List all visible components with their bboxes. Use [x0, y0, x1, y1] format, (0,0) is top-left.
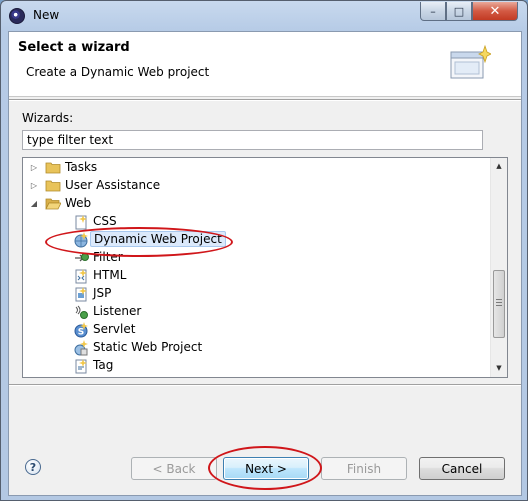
expand-arrow-icon[interactable]: ▷ [29, 163, 39, 173]
tree-item-css[interactable]: CSS [23, 213, 491, 231]
new-wizard-window: New – □ ✕ Select a wizard Create a Dynam… [0, 0, 528, 501]
tree-item-label: Tag [93, 358, 114, 372]
filter-input[interactable] [22, 130, 483, 150]
tree-item-label: Servlet [93, 322, 136, 336]
scroll-up-arrow-icon[interactable]: ▲ [491, 158, 507, 175]
html-file-icon [75, 269, 87, 284]
tree-item-listener[interactable]: Listener [23, 303, 491, 321]
wizard-banner: Select a wizard Create a Dynamic Web pro… [9, 32, 521, 97]
folder-icon [45, 162, 61, 174]
tree-item-label: Filter [93, 250, 123, 264]
tree-folder-label: Tasks [65, 160, 98, 174]
css-file-icon [75, 215, 87, 230]
tree-item-html[interactable]: HTML [23, 267, 491, 285]
tree-folder-label: Web [65, 196, 92, 210]
tree-item-label: JSP [93, 286, 112, 300]
title-bar[interactable]: New – □ ✕ [1, 1, 527, 31]
eclipse-app-icon [9, 8, 25, 24]
minimize-icon: – [430, 4, 436, 18]
next-button[interactable]: Next > [223, 457, 309, 480]
folder-icon [45, 180, 61, 192]
svg-text:S: S [78, 328, 84, 338]
scroll-down-arrow-icon[interactable]: ▼ [491, 360, 507, 377]
servlet-icon: S [74, 322, 88, 338]
listener-icon [75, 305, 88, 319]
grip-icon [496, 299, 502, 308]
banner-title: Select a wizard [18, 40, 130, 55]
finish-button[interactable]: Finish [321, 457, 407, 480]
tree-vertical-scrollbar[interactable]: ▲ ▼ [490, 158, 507, 377]
tag-file-icon [75, 359, 87, 374]
scrollbar-thumb[interactable] [493, 270, 505, 338]
minimize-button[interactable]: – [420, 2, 446, 21]
jsp-file-icon [75, 287, 87, 302]
open-folder-icon [45, 198, 61, 210]
back-button[interactable]: < Back [131, 457, 217, 480]
tree-item-label: Dynamic Web Project [90, 231, 226, 247]
tree-item-tag[interactable]: Tag [23, 357, 491, 375]
filter-icon [75, 253, 89, 262]
close-icon: ✕ [489, 3, 501, 19]
cancel-button[interactable]: Cancel [419, 457, 505, 480]
tree-item-servlet[interactable]: S Servlet [23, 321, 491, 339]
tree-folder-tasks[interactable]: ▷ Tasks [23, 159, 491, 177]
wizard-banner-icon [450, 44, 491, 79]
tree-item-jsp[interactable]: JSP [23, 285, 491, 303]
maximize-icon: □ [453, 4, 465, 18]
tree-item-dynamic-web-project[interactable]: Dynamic Web Project [23, 231, 491, 249]
tree-item-label: CSS [93, 214, 117, 228]
wizard-tree[interactable]: ▷ Tasks ▷ User Assistance ◢ Web CSS Dyna… [22, 157, 508, 378]
tree-folder-web[interactable]: ◢ Web [23, 195, 491, 213]
maximize-button[interactable]: □ [446, 2, 472, 21]
tree-item-label: Static Web Project [93, 340, 203, 354]
window-title: New [33, 8, 60, 22]
tree-item-filter[interactable]: Filter [23, 249, 491, 267]
wizards-label: Wizards: [22, 111, 74, 125]
static-web-project-icon [74, 340, 88, 356]
tree-folder-user-assistance[interactable]: ▷ User Assistance [23, 177, 491, 195]
dialog-client-area: Select a wizard Create a Dynamic Web pro… [8, 31, 522, 496]
help-button[interactable]: ? [25, 459, 41, 475]
tree-folder-label: User Assistance [65, 178, 161, 192]
tree-item-label: Listener [93, 304, 142, 318]
collapse-arrow-icon[interactable]: ◢ [29, 199, 39, 209]
banner-separator [9, 99, 521, 101]
expand-arrow-icon[interactable]: ▷ [29, 181, 39, 191]
button-bar-separator [9, 384, 521, 386]
tree-item-static-web-project[interactable]: Static Web Project [23, 339, 491, 357]
help-icon: ? [29, 460, 37, 474]
tree-item-label: HTML [93, 268, 127, 282]
banner-description: Create a Dynamic Web project [26, 65, 210, 79]
close-button[interactable]: ✕ [472, 2, 518, 21]
web-project-icon [74, 232, 88, 248]
